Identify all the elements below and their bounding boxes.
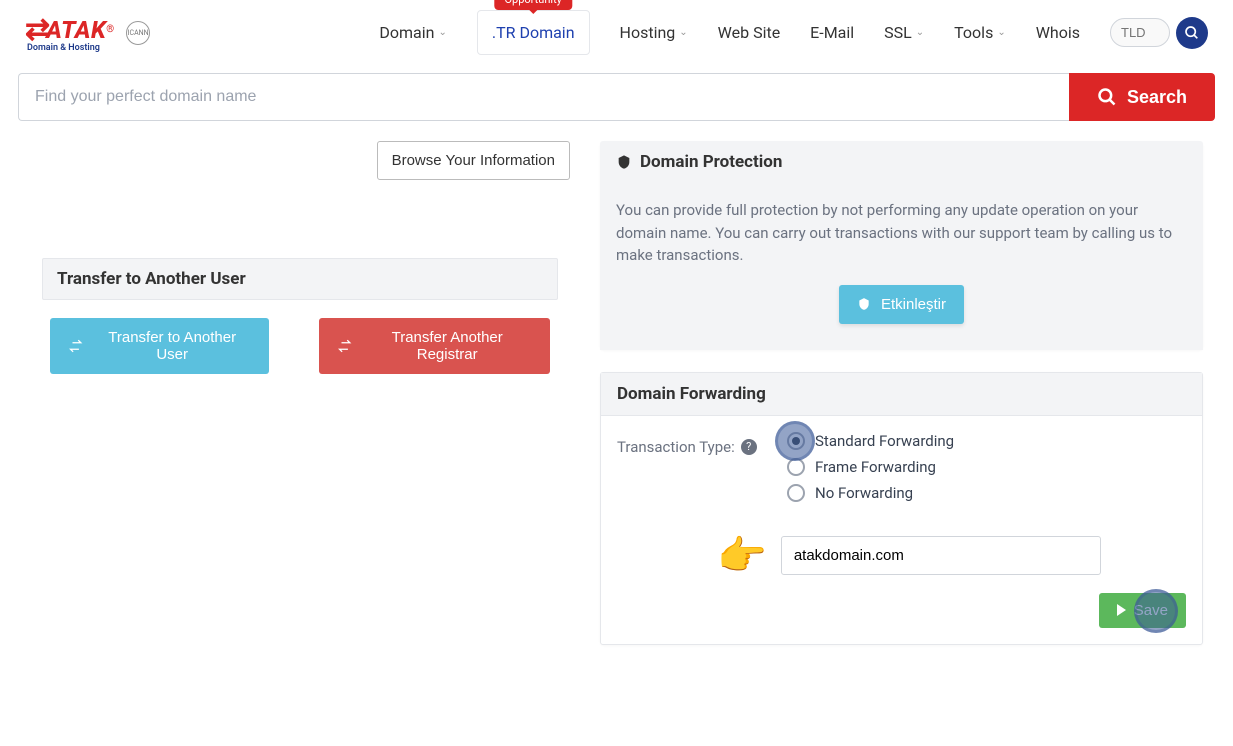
nav-tr-domain[interactable]: Opportunity .TR Domain xyxy=(477,10,590,55)
help-icon[interactable]: ? xyxy=(741,439,757,455)
main-nav: Domain ⌄ Opportunity .TR Domain Hosting … xyxy=(379,10,1208,55)
main-content: Browse Your Information Transfer to Anot… xyxy=(0,121,1233,687)
transfer-icon xyxy=(337,338,352,354)
logo-subtitle: Domain & Hosting xyxy=(27,43,114,53)
logo[interactable]: ⇄ ATAK ® Domain & Hosting ICANN xyxy=(25,12,150,53)
radio-frame-forwarding[interactable]: Frame Forwarding xyxy=(787,458,954,476)
search-icon xyxy=(1097,87,1117,107)
chevron-down-icon: ⌄ xyxy=(679,27,687,38)
nav-tools[interactable]: Tools ⌄ xyxy=(954,23,1006,42)
radio-icon xyxy=(787,484,805,502)
icann-badge: ICANN xyxy=(126,21,150,45)
forwarding-type-radios: Standard Forwarding Frame Forwarding No … xyxy=(787,432,954,502)
chevron-down-icon: ⌄ xyxy=(438,27,446,38)
site-header: ⇄ ATAK ® Domain & Hosting ICANN Domain ⌄… xyxy=(0,0,1233,61)
transfer-another-registrar-button[interactable]: Transfer Another Registrar xyxy=(319,318,550,374)
chevron-down-icon: ⌄ xyxy=(916,27,924,38)
domain-forwarding-panel: Domain Forwarding Transaction Type: ? St… xyxy=(600,372,1203,645)
logo-text: ATAK xyxy=(46,16,106,44)
chevron-down-icon: ⌄ xyxy=(997,27,1005,38)
radio-no-forwarding[interactable]: No Forwarding xyxy=(787,484,954,502)
domain-search-input[interactable] xyxy=(18,73,1069,121)
transfer-panel: Transfer to Another User Transfer to Ano… xyxy=(30,246,570,414)
opportunity-badge: Opportunity xyxy=(494,0,571,10)
nav-ssl[interactable]: SSL ⌄ xyxy=(884,23,924,42)
panel-header: Domain Forwarding xyxy=(601,373,1202,416)
shield-icon xyxy=(616,153,632,171)
tld-input[interactable] xyxy=(1110,18,1170,47)
domain-search-button[interactable]: Search xyxy=(1069,73,1215,121)
transfer-panel-header: Transfer to Another User xyxy=(42,258,558,300)
transfer-to-user-button[interactable]: Transfer to Another User xyxy=(50,318,269,374)
pointing-hand-icon: 👉 xyxy=(717,532,767,579)
browse-info-button[interactable]: Browse Your Information xyxy=(377,141,570,180)
tld-search-button[interactable] xyxy=(1176,17,1208,49)
enable-protection-button[interactable]: Etkinleştir xyxy=(839,285,964,324)
highlight-annotation xyxy=(1134,589,1178,633)
transaction-type-label: Transaction Type: ? xyxy=(617,432,767,456)
forwarding-domain-input[interactable] xyxy=(781,536,1101,575)
protection-description: You can provide full protection by not p… xyxy=(616,199,1187,267)
highlight-annotation xyxy=(775,421,815,461)
left-column: Browse Your Information Transfer to Anot… xyxy=(30,141,570,667)
right-column: Domain Protection You can provide full p… xyxy=(600,141,1203,667)
nav-domain[interactable]: Domain ⌄ xyxy=(379,23,446,42)
nav-hosting[interactable]: Hosting ⌄ xyxy=(620,23,688,42)
shield-icon xyxy=(857,296,871,312)
transfer-icon xyxy=(68,338,83,354)
panel-header: Domain Protection xyxy=(600,141,1203,183)
nav-email[interactable]: E-Mail xyxy=(810,23,854,42)
domain-protection-panel: Domain Protection You can provide full p… xyxy=(600,141,1203,350)
search-icon xyxy=(1184,25,1200,41)
nav-whois[interactable]: Whois xyxy=(1036,23,1080,42)
play-icon xyxy=(1117,604,1126,616)
radio-standard-forwarding[interactable]: Standard Forwarding xyxy=(787,432,954,450)
domain-search-bar: Search xyxy=(18,73,1215,121)
tld-search xyxy=(1110,17,1208,49)
nav-website[interactable]: Web Site xyxy=(718,23,781,42)
